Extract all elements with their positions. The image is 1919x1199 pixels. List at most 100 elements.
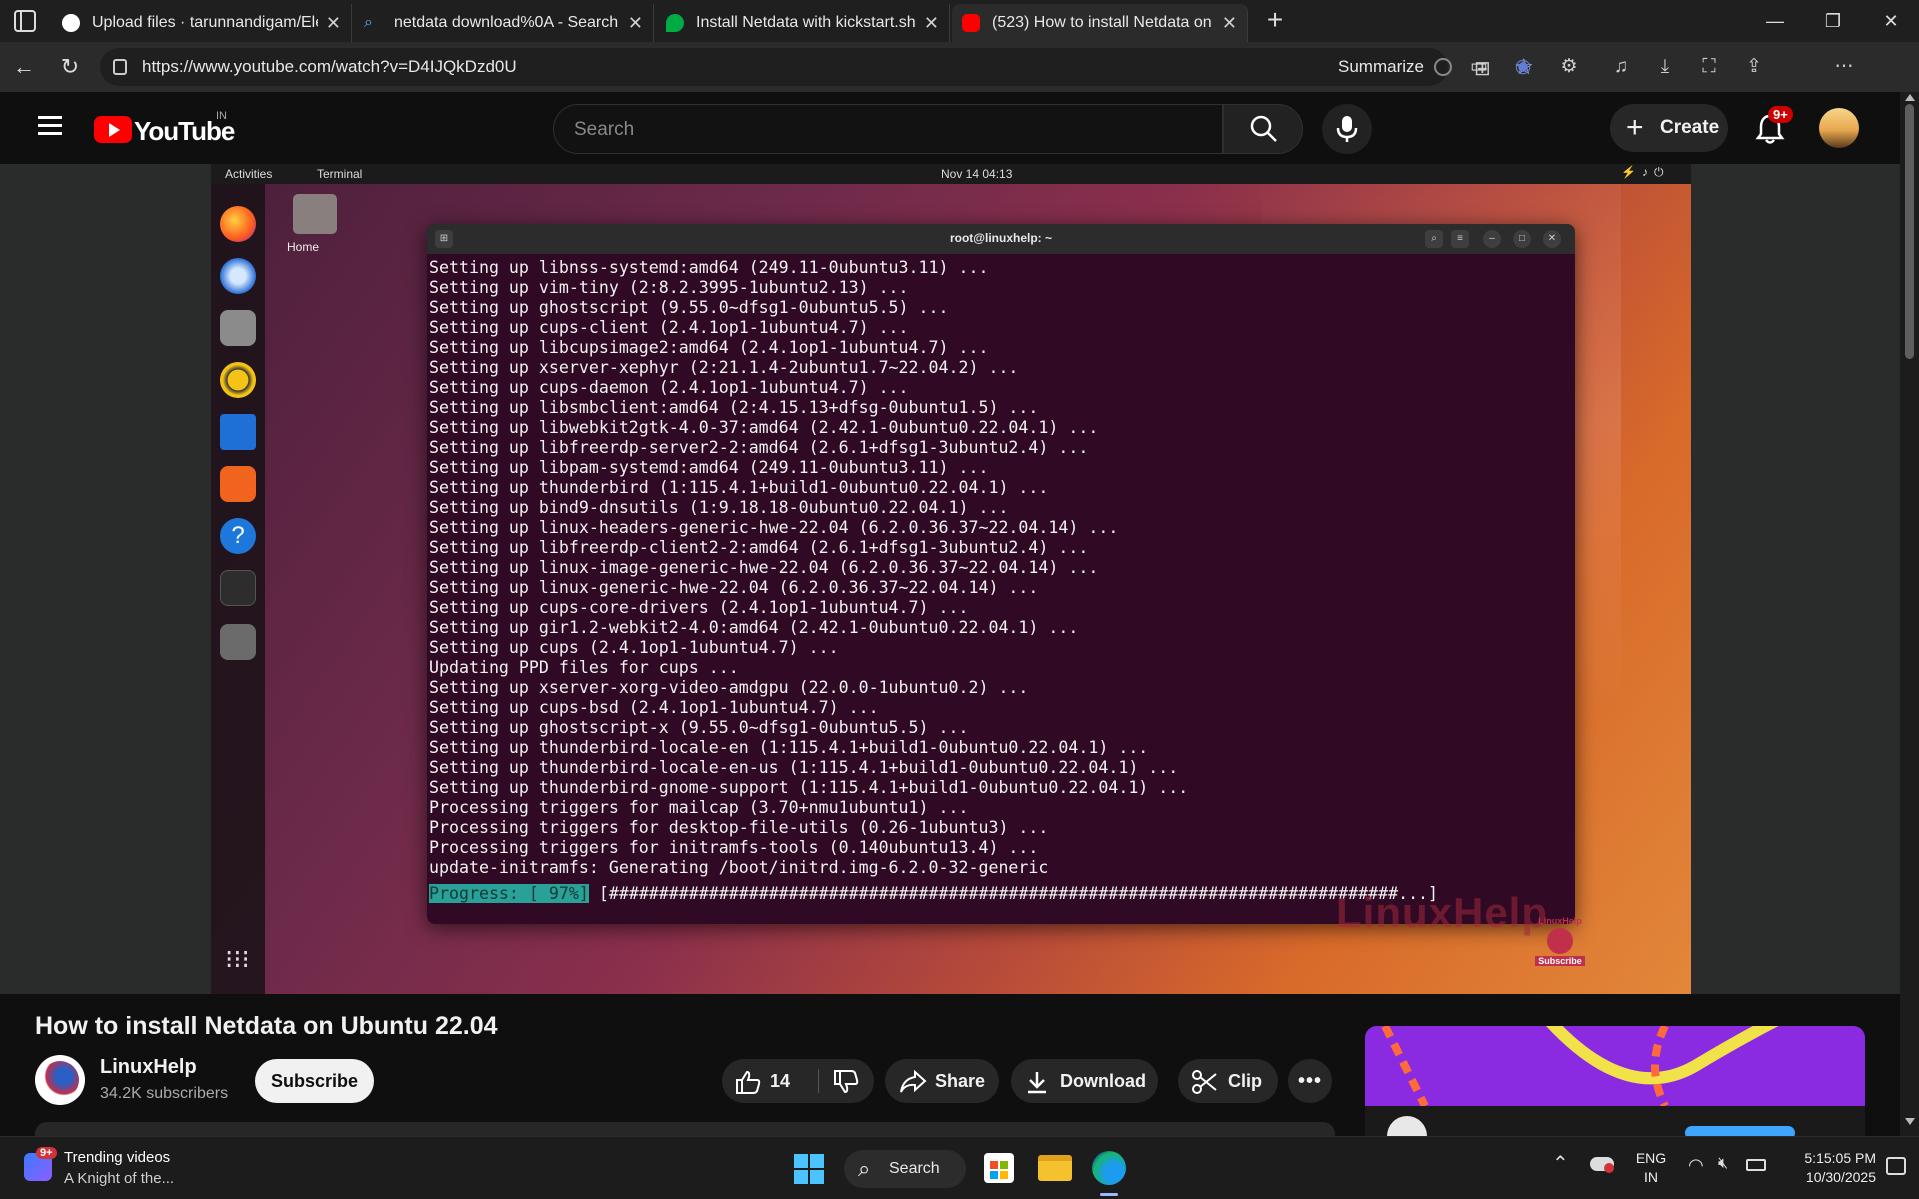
search-icon: ⌕ [858, 1156, 871, 1181]
plus-icon: + [1626, 111, 1644, 144]
address-bar-row: ← ↻ https://www.youtube.com/watch?v=D4IJ… [0, 42, 1919, 123]
voice-search-button[interactable] [1322, 104, 1372, 154]
close-tab-icon[interactable]: ✕ [628, 13, 643, 34]
clip-button[interactable]: Clip [1178, 1059, 1278, 1103]
terminal-line: Setting up libfreerdp-server2-2:amd64 (2… [429, 438, 1089, 457]
ubuntu-clock: Nov 14 04:13 [941, 167, 1013, 181]
help-icon: ? [220, 518, 256, 554]
terminal-line: Setting up linux-image-generic-hwe-22.04… [429, 558, 1099, 577]
terminal-line: Setting up ghostscript-x (9.55.0~dfsg1-0… [429, 718, 969, 737]
address-bar[interactable]: https://www.youtube.com/watch?v=D4IJQkDz… [100, 48, 1534, 86]
terminal-line: Setting up linux-generic-hwe-22.04 (6.2.… [429, 578, 1039, 597]
more-menu-icon[interactable]: ⋯ [1831, 54, 1857, 80]
onedrive-icon[interactable] [1590, 1157, 1614, 1173]
profile-ring-icon[interactable]: ◉ [1510, 54, 1536, 80]
channel-avatar[interactable] [35, 1055, 85, 1105]
wifi-icon[interactable]: ◠ [1688, 1155, 1704, 1176]
minimize-button[interactable]: — [1755, 6, 1795, 36]
video-player[interactable]: Activities Terminal Nov 14 04:13 ⚡♪⏻ ? ⁝… [211, 164, 1691, 994]
share-icon [900, 1070, 927, 1093]
terminal-line: Setting up libwebkit2gtk-4.0-37:amd64 (2… [429, 418, 1099, 437]
terminal-line: Processing triggers for desktop-file-uti… [429, 818, 1049, 837]
terminal-search-icon: ⌕ [1425, 230, 1443, 248]
trending-videos-subtitle[interactable]: A Knight of the... [64, 1170, 174, 1187]
search-placeholder: Search [574, 119, 635, 140]
windows-taskbar: 9+ Trending videos A Knight of the... ⌕ … [0, 1136, 1919, 1199]
channel-name[interactable]: LinuxHelp [100, 1056, 197, 1079]
terminal-line: Processing triggers for mailcap (3.70+nm… [429, 798, 969, 817]
notifications-center-icon[interactable] [1886, 1157, 1906, 1175]
downloads-icon[interactable]: ⤓ [1652, 54, 1678, 80]
input-language[interactable]: ENG IN [1633, 1149, 1669, 1187]
back-button[interactable]: ← [6, 50, 42, 84]
firefox-icon [220, 206, 256, 242]
edge-browser-icon[interactable] [1092, 1151, 1126, 1185]
netdata-icon [666, 14, 684, 32]
thunderbird-icon [220, 258, 256, 294]
page-scrollbar[interactable] [1900, 92, 1919, 1136]
create-button[interactable]: + Create [1610, 104, 1728, 152]
scroll-thumb[interactable] [1905, 104, 1914, 359]
menu-icon[interactable] [38, 116, 62, 136]
active-app-indicator [1100, 1193, 1118, 1196]
dislike-button[interactable] [819, 1059, 874, 1103]
close-tab-icon[interactable]: ✕ [924, 13, 939, 34]
split-screen-icon[interactable]: ▭ [1466, 54, 1492, 80]
linuxhelp-logo-icon [41, 1061, 79, 1099]
github-icon [62, 14, 80, 32]
terminal-line: Setting up gir1.2-webkit2-4.0:amd64 (2.4… [429, 618, 1079, 637]
read-aloud-icon[interactable]: ♫ [1608, 54, 1634, 80]
more-actions-button[interactable]: ••• [1288, 1059, 1332, 1103]
subscriber-count: 34.2K subscribers [100, 1085, 229, 1102]
new-tab-button[interactable]: + [1260, 6, 1290, 36]
tab-actions-icon[interactable] [14, 10, 36, 32]
new-tab-icon: ⊞ [435, 230, 453, 248]
subscribe-button[interactable]: Subscribe [255, 1059, 374, 1103]
scissors-icon [1192, 1070, 1217, 1094]
terminal-line: Setting up linux-headers-generic-hwe-22.… [429, 518, 1119, 537]
download-button[interactable]: Download [1011, 1059, 1158, 1103]
clock-time: 5:15:05 PM [1804, 1150, 1876, 1166]
site-info-icon[interactable] [113, 59, 127, 75]
terminal-icon [220, 570, 256, 606]
tab-netdata-kickstart[interactable]: Install Netdata with kickstart.sh | N ✕ [656, 4, 950, 42]
terminal-line: Setting up cups-core-drivers (2.4.1op1-1… [429, 598, 969, 617]
refresh-button[interactable]: ↻ [52, 50, 88, 84]
terminal-output: Setting up libnss-systemd:amd64 (249.11-… [429, 258, 1569, 878]
show-hidden-icons[interactable]: ⌃ [1552, 1151, 1569, 1176]
trending-videos-title[interactable]: Trending videos [64, 1149, 170, 1166]
file-explorer-icon[interactable] [1038, 1155, 1072, 1181]
search-button[interactable] [1223, 104, 1303, 154]
summarize-button[interactable]: Summarize [1338, 57, 1424, 77]
recommended-video-card[interactable] [1365, 1026, 1865, 1136]
restore-button[interactable]: ❐ [1813, 6, 1853, 36]
tab-youtube-video[interactable]: (523) How to install Netdata on U ✕ [952, 4, 1248, 42]
channel-watermark: LinuxHelp Subscribe [1535, 916, 1585, 966]
scroll-up-arrow[interactable] [1905, 94, 1915, 101]
close-window-button[interactable]: ✕ [1871, 6, 1911, 36]
copilot-summarize-icon[interactable] [1434, 58, 1452, 76]
close-tab-icon[interactable]: ✕ [1222, 13, 1237, 34]
volume-muted-icon[interactable]: 🔇︎ [1718, 1155, 1728, 1173]
scroll-down-arrow[interactable] [1905, 1118, 1915, 1125]
battery-icon[interactable] [1746, 1159, 1766, 1171]
microsoft-store-icon[interactable] [984, 1153, 1014, 1183]
account-avatar[interactable] [1819, 108, 1859, 148]
terminal-line: Setting up thunderbird (1:115.4.1+build1… [429, 478, 1049, 497]
share-icon[interactable]: ⇪ [1741, 54, 1767, 80]
screenshot-icon[interactable]: ⛶ [1696, 54, 1722, 80]
close-tab-icon[interactable]: ✕ [326, 13, 341, 34]
extensions-icon[interactable]: ⚙ [1556, 54, 1582, 80]
youtube-play-icon [94, 116, 132, 143]
taskbar-search[interactable]: ⌕ Search [844, 1150, 966, 1188]
tab-bing-search[interactable]: ⌕ netdata download%0A - Search ✕ [354, 4, 654, 42]
watermark-small-text: LinuxHelp [1538, 916, 1582, 926]
like-button[interactable]: 14 [722, 1059, 818, 1103]
share-button[interactable]: Share [885, 1059, 999, 1103]
description-box[interactable] [35, 1122, 1335, 1136]
start-button[interactable] [794, 1154, 824, 1184]
taskbar-clock[interactable]: 5:15:05 PM 10/30/2025 [1788, 1149, 1876, 1187]
search-input[interactable]: Search [553, 104, 1223, 154]
terminal-title: root@linuxhelp: ~ [949, 231, 1053, 245]
tab-github-upload[interactable]: Upload files · tarunnandigam/Elev ✕ [52, 4, 352, 42]
